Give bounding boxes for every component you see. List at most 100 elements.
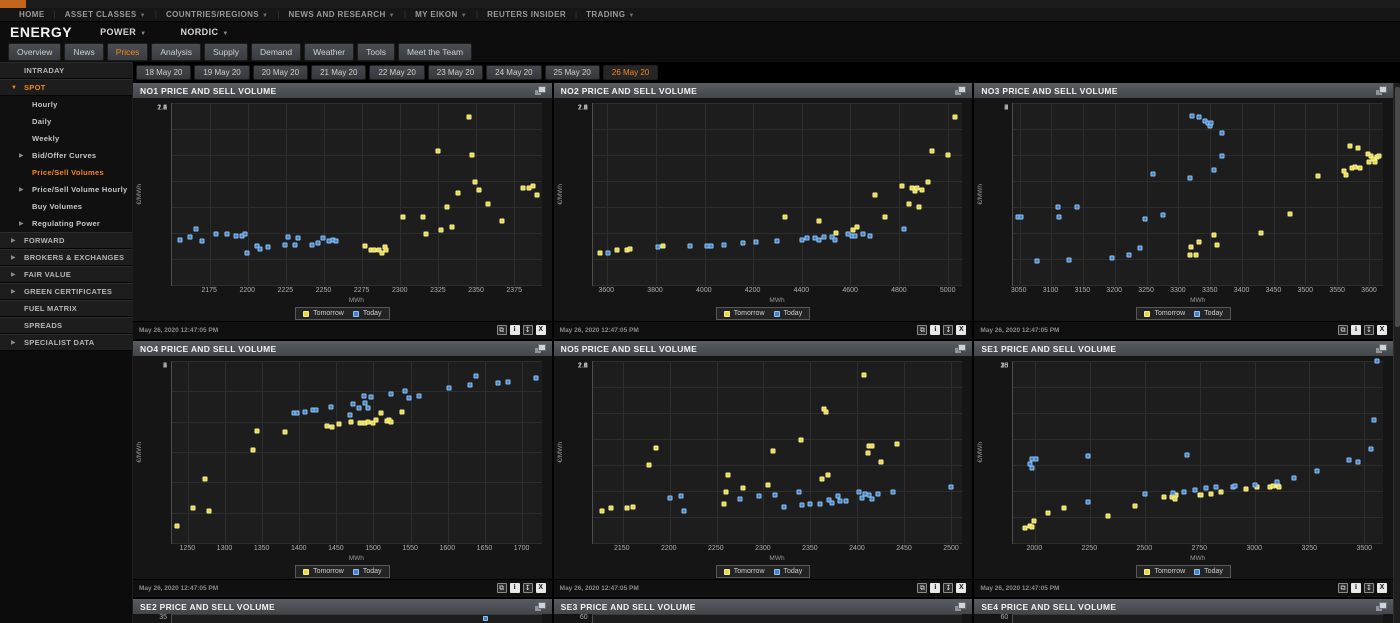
nav-item-trading[interactable]: TRADING▼ [577,10,644,19]
nordic-menu[interactable]: NORDIC▼ [180,27,228,37]
excel-icon[interactable]: X [536,583,546,593]
info-icon[interactable]: i [510,583,520,593]
download-icon[interactable]: ↧ [943,325,953,335]
gridline [1020,103,1021,285]
tab-supply[interactable]: Supply [204,43,248,61]
tab-meet-the-team[interactable]: Meet the Team [398,43,472,61]
nav-item-my-eikon[interactable]: MY EIKON▼ [406,10,476,19]
date-tab-20-may-20[interactable]: 20 May 20 [253,65,308,80]
scrollbar-thumb[interactable] [1395,87,1400,327]
excel-icon[interactable]: X [1377,325,1387,335]
info-icon[interactable]: i [1351,325,1361,335]
gridline [1013,129,1383,130]
export-icon[interactable]: ⧉ [1338,325,1348,335]
sidebar-item-spreads[interactable]: SPREADS [0,317,132,334]
tab-prices[interactable]: Prices [107,43,149,61]
sidebar-item-intraday[interactable]: INTRADAY [0,62,132,79]
nav-item-reuters-insider[interactable]: REUTERS INSIDER [478,10,575,19]
popout-icon[interactable] [1376,344,1386,353]
sidebar-item-spot[interactable]: ▼SPOT [0,79,132,96]
sidebar-item-fair-value[interactable]: ▶FAIR VALUE [0,266,132,283]
tab-weather[interactable]: Weather [304,43,354,61]
data-point [872,193,877,198]
export-icon[interactable]: ⧉ [497,325,507,335]
x-tick-label: 1450 [328,545,344,552]
popout-icon[interactable] [1376,86,1386,95]
chart-title: NO2 PRICE AND SELL VOLUME [561,86,697,96]
nav-item-asset-classes[interactable]: ASSET CLASSES▼ [56,10,155,19]
power-menu[interactable]: POWER▼ [100,27,146,37]
tab-news[interactable]: News [64,43,103,61]
sidebar-item-hourly[interactable]: Hourly [0,96,132,113]
sidebar-item-buy-volumes[interactable]: Buy Volumes [0,198,132,215]
popout-icon[interactable] [955,602,965,611]
data-point [853,233,858,238]
date-tab-26-may-20[interactable]: 26 May 20 [603,65,658,80]
nav-item-countries-regions[interactable]: COUNTRIES/REGIONS▼ [157,10,277,19]
sidebar-item-regulating-power[interactable]: ▶Regulating Power [0,215,132,232]
vertical-scrollbar[interactable] [1393,83,1400,623]
sidebar-item-green-certificates[interactable]: ▶GREEN CERTIFICATES [0,283,132,300]
export-icon[interactable]: ⧉ [917,583,927,593]
sidebar-item-daily[interactable]: Daily [0,113,132,130]
sidebar-item-brokers-exchanges[interactable]: ▶BROKERS & EXCHANGES [0,249,132,266]
download-icon[interactable]: ↧ [943,583,953,593]
download-icon[interactable]: ↧ [523,325,533,335]
sidebar-item-weekly[interactable]: Weekly [0,130,132,147]
tab-demand[interactable]: Demand [251,43,301,61]
x-tick-label: 1650 [477,545,493,552]
sidebar-item-price-sell-volumes[interactable]: Price/Sell Volumes [0,164,132,181]
sidebar-item-fuel-matrix[interactable]: FUEL MATRIX [0,300,132,317]
data-point [1061,505,1066,510]
data-point [661,244,666,249]
popout-icon[interactable] [535,344,545,353]
date-tab-22-may-20[interactable]: 22 May 20 [369,65,424,80]
sidebar-item-forward[interactable]: ▶FORWARD [0,232,132,249]
popout-icon[interactable] [1376,602,1386,611]
date-tab-18-may-20[interactable]: 18 May 20 [136,65,191,80]
gridline [1013,207,1383,208]
download-icon[interactable]: ↧ [523,583,533,593]
sidebar-item-specialist-data[interactable]: ▶SPECIALIST DATA [0,334,132,351]
excel-icon[interactable]: X [956,325,966,335]
info-icon[interactable]: i [930,583,940,593]
sidebar-item-bid-offer-curves[interactable]: ▶Bid/Offer Curves [0,147,132,164]
tab-overview[interactable]: Overview [8,43,61,61]
nav-item-news-and-research[interactable]: NEWS AND RESEARCH▼ [279,10,404,19]
tab-analysis[interactable]: Analysis [151,43,201,61]
tab-tools[interactable]: Tools [357,43,395,61]
data-point [1355,145,1360,150]
data-point [282,242,287,247]
date-tab-19-may-20[interactable]: 19 May 20 [194,65,249,80]
excel-icon[interactable]: X [956,583,966,593]
export-icon[interactable]: ⧉ [1338,583,1348,593]
popout-icon[interactable] [535,602,545,611]
data-point [378,411,383,416]
date-tab-25-may-20[interactable]: 25 May 20 [545,65,600,80]
excel-icon[interactable]: X [536,325,546,335]
data-point [402,389,407,394]
gridline [593,387,963,388]
nav-item-home[interactable]: HOME [10,10,54,19]
export-icon[interactable]: ⧉ [497,583,507,593]
info-icon[interactable]: i [1351,583,1361,593]
date-tab-23-may-20[interactable]: 23 May 20 [428,65,483,80]
popout-icon[interactable] [955,86,965,95]
export-icon[interactable]: ⧉ [917,325,927,335]
popout-icon[interactable] [535,86,545,95]
date-tab-24-may-20[interactable]: 24 May 20 [486,65,541,80]
gridline [1255,361,1256,543]
x-tick-label: 2200 [661,545,677,552]
popout-icon[interactable] [955,344,965,353]
data-point [1126,252,1131,257]
data-point [878,460,883,465]
sidebar-item-price-sell-volume-hourly[interactable]: ▶Price/Sell Volume Hourly [0,181,132,198]
date-tab-21-may-20[interactable]: 21 May 20 [311,65,366,80]
download-icon[interactable]: ↧ [1364,583,1374,593]
excel-icon[interactable]: X [1377,583,1387,593]
download-icon[interactable]: ↧ [1364,325,1374,335]
data-point [1018,215,1023,220]
info-icon[interactable]: i [510,325,520,335]
x-tick-label: 3500 [1356,545,1372,552]
info-icon[interactable]: i [930,325,940,335]
